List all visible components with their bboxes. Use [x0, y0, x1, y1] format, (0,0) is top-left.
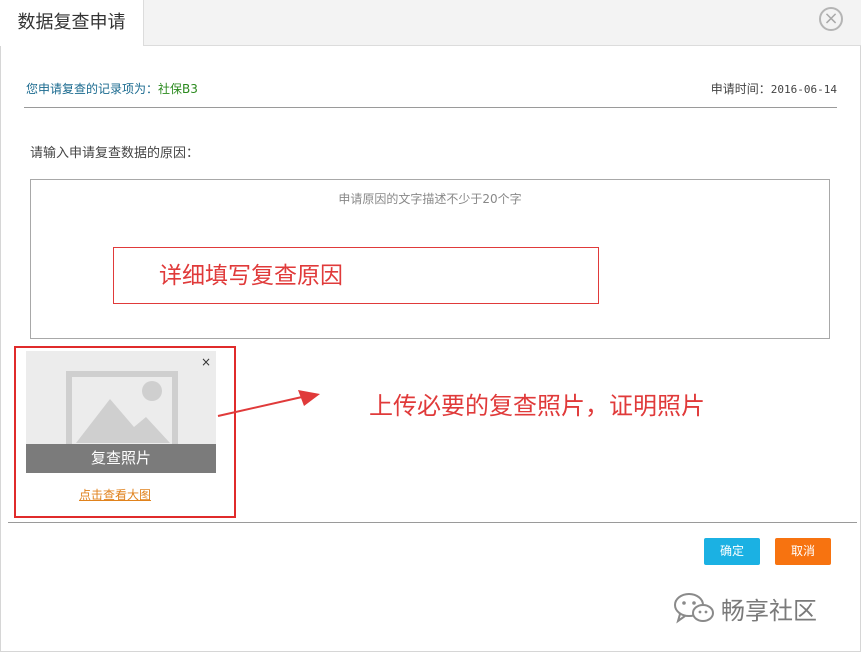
wechat-logo-icon [674, 593, 714, 624]
apply-date-value: 2016-06-14 [770, 83, 837, 96]
dialog-title: 数据复查申请 [0, 0, 144, 46]
close-icon[interactable]: × [819, 7, 843, 31]
reason-annotation-box: 详细填写复查原因 [113, 247, 599, 304]
watermark: 畅享社区 [673, 590, 817, 626]
divider-bottom [8, 522, 857, 523]
divider-top [24, 107, 837, 108]
record-item: 您申请复查的记录项为：社保B3 [26, 80, 198, 97]
dialog-titlebar: 数据复查申请 [0, 0, 861, 46]
view-large-image-link[interactable]: 点击查看大图 [79, 486, 151, 503]
reason-placeholder: 申请原因的文字描述不少于20个字 [338, 192, 522, 206]
reason-label: 请输入申请复查数据的原因： [30, 146, 200, 161]
reason-annotation-text: 详细填写复查原因 [159, 263, 343, 289]
review-request-dialog: 数据复查申请 × 您申请复查的记录项为：社保B3 申请时间：2016-06-14… [0, 0, 861, 652]
photo-annotation-text: 上传必要的复查照片，证明照片 [369, 392, 705, 420]
confirm-button[interactable]: 确定 [704, 538, 760, 565]
apply-date-label: 申请时间： [710, 82, 771, 96]
arrow-annotation-icon [217, 390, 320, 417]
watermark-text: 畅享社区 [721, 596, 817, 625]
record-value: 社保B3 [158, 82, 198, 96]
photo-caption: 复查照片 [26, 444, 216, 473]
remove-photo-icon[interactable]: × [201, 355, 211, 369]
review-photo-thumbnail[interactable]: 复查照片 [26, 351, 216, 473]
record-label: 您申请复查的记录项为： [26, 82, 159, 96]
apply-date: 申请时间：2016-06-14 [711, 80, 837, 97]
cancel-button[interactable]: 取消 [775, 538, 831, 565]
